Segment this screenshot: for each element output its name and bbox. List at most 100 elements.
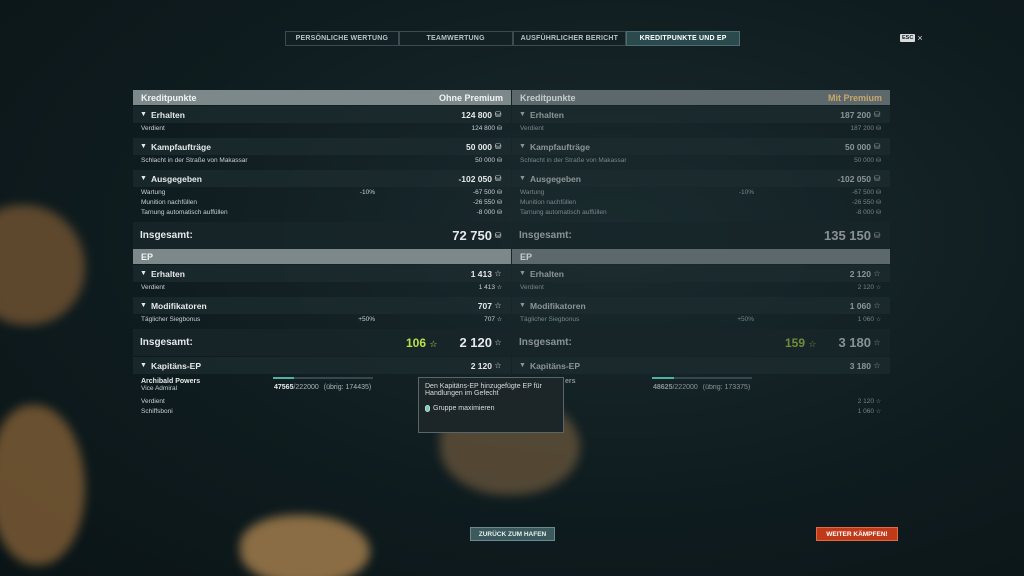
free-xp-number: 106 (406, 335, 427, 350)
row-value: 1 060 (857, 407, 874, 415)
group-xp-earned[interactable]: ▼ Erhalten 1 413 ☆ (133, 265, 511, 282)
group-xp-modifiers[interactable]: ▼ Modifikatoren 707 ☆ (133, 297, 511, 314)
captain-xp-current: 48625 (653, 384, 673, 391)
star-icon: ☆ (873, 338, 881, 347)
keep-fighting-button[interactable]: WEITER KÄMPFEN! (816, 527, 898, 541)
group-spent[interactable]: ▼ Ausgegeben -102 050 ⛁ (133, 170, 511, 187)
tab-detailed-report[interactable]: AUSFÜHRLICHER BERICHT (512, 31, 627, 46)
credits-coin-icon: ⛁ (494, 142, 502, 151)
collapse-triangle-icon: ▼ (519, 175, 526, 182)
premium-label: Ohne Premium (438, 92, 503, 103)
xp-title: EP (520, 251, 533, 262)
captain-info: ers 48625/222000 (übrig: 173375) (512, 374, 890, 396)
star-icon: ☆ (808, 338, 817, 349)
tab-team-rating[interactable]: TEAMWERTUNG (398, 31, 513, 46)
group-earned[interactable]: ▼ Erhalten 187 200 ⛁ (512, 106, 890, 123)
captain-xp-readout: 48625/222000 (übrig: 173375) (653, 384, 750, 391)
row-label: Wartung (141, 188, 166, 196)
esc-key-badge: ESC (900, 34, 916, 42)
credits-total: Insgesamt: 135 150 ⛁ (512, 222, 890, 249)
captain-xp-readout: 47565/222000 (übrig: 174435) (274, 384, 371, 391)
captain-xp-remaining: (übrig: 173375) (702, 384, 751, 391)
collapse-triangle-icon: ▼ (140, 302, 147, 309)
credits-coin-icon: ⛁ (494, 110, 502, 119)
star-icon: ☆ (494, 361, 502, 370)
row-percent: -10% (359, 188, 375, 196)
captain-xp-bar (273, 377, 373, 379)
group-earned[interactable]: ▼ Erhalten 124 800 ⛁ (133, 106, 511, 123)
panel-with-premium: Kreditpunkte Mit Premium ▼ Erhalten 187 … (512, 90, 890, 416)
row-value: 187 200 (850, 124, 875, 132)
group-label: Erhalten (150, 109, 185, 120)
credits-coin-icon: ⛁ (873, 142, 881, 151)
row-label: Verdient (520, 283, 544, 291)
credits-coin-icon: ⛁ (875, 157, 882, 164)
mouse-click-icon (425, 405, 430, 412)
group-value: 1 060 (849, 300, 871, 311)
back-to-port-button[interactable]: ZURÜCK ZUM HAFEN (470, 527, 555, 541)
collapse-triangle-icon: ▼ (519, 302, 526, 309)
group-xp-earned[interactable]: ▼ Erhalten 2 120 ☆ (512, 265, 890, 282)
total-label: Insgesamt: (519, 337, 572, 348)
group-value: 2 120 (470, 360, 492, 371)
total-value: 2 120 (459, 335, 492, 350)
star-icon: ☆ (494, 269, 502, 278)
collapse-triangle-icon: ▼ (519, 362, 526, 369)
group-xp-modifiers[interactable]: ▼ Modifikatoren 1 060 ☆ (512, 297, 890, 314)
group-value: 3 180 (849, 360, 871, 371)
star-icon: ☆ (873, 269, 881, 278)
group-value: 1 413 (470, 268, 492, 279)
row-maintenance: Wartung -10% -67 500 ⛁ (512, 187, 890, 197)
xp-header: EP (512, 249, 890, 264)
row-label: Verdient (141, 283, 165, 291)
collapse-triangle-icon: ▼ (519, 270, 526, 277)
row-xp-earned: Verdient 1 413 ☆ (133, 282, 511, 292)
row-value: -8 000 (476, 208, 495, 216)
credits-coin-icon: ⛁ (496, 157, 503, 164)
row-value: 50 000 (475, 156, 495, 164)
collapse-triangle-icon: ▼ (519, 111, 526, 118)
group-missions[interactable]: ▼ Kampfaufträge 50 000 ⛁ (512, 138, 890, 155)
star-icon: ☆ (429, 338, 438, 349)
tab-personal-rating[interactable]: PERSÖNLICHE WERTUNG (285, 31, 399, 46)
credits-coin-icon: ⛁ (494, 231, 502, 240)
group-label: Ausgegeben (150, 173, 202, 184)
background-rock (0, 205, 85, 325)
free-xp-number: 159 (785, 335, 806, 350)
collapse-triangle-icon: ▼ (519, 143, 526, 150)
group-captain-xp[interactable]: ▼ Kapitäns-EP 3 180 ☆ (512, 357, 890, 374)
row-value: 707 (484, 315, 495, 323)
background-rock (0, 405, 85, 565)
row-value: 1 060 (857, 315, 874, 323)
credits-coin-icon: ⛁ (873, 231, 881, 240)
esc-close-button[interactable]: ESC × (900, 33, 923, 43)
row-camo: Tarnung automatisch auffüllen -8 000 ⛁ (133, 207, 511, 217)
star-icon: ☆ (875, 408, 882, 415)
credits-coin-icon: ⛁ (494, 174, 502, 183)
row-value: 124 800 (471, 124, 496, 132)
group-captain-xp[interactable]: ▼ Kapitäns-EP 2 120 ☆ (133, 357, 511, 374)
row-maintenance: Wartung -10% -67 500 ⛁ (133, 187, 511, 197)
credits-title: Kreditpunkte (141, 92, 197, 103)
collapse-triangle-icon: ▼ (140, 175, 147, 182)
row-value: 1 413 (478, 283, 495, 291)
row-percent: +50% (737, 315, 754, 323)
credits-coin-icon: ⛁ (496, 209, 503, 216)
credits-coin-icon: ⛁ (875, 125, 882, 132)
row-ammo: Munition nachfüllen -26 550 ⛁ (133, 197, 511, 207)
group-missions[interactable]: ▼ Kampfaufträge 50 000 ⛁ (133, 138, 511, 155)
star-icon: ☆ (496, 284, 503, 291)
group-spent[interactable]: ▼ Ausgegeben -102 050 ⛁ (512, 170, 890, 187)
tab-credits-xp[interactable]: KREDITPUNKTE UND EP (626, 31, 740, 46)
group-label: Ausgegeben (529, 173, 581, 184)
row-earned: Verdient 187 200 ⛁ (512, 123, 890, 133)
captain-xp-current: 47565 (274, 384, 294, 391)
row-xp-earned: Verdient 2 120 ☆ (512, 282, 890, 292)
collapse-triangle-icon: ▼ (140, 270, 147, 277)
group-label: Erhalten (529, 268, 564, 279)
total-value: 72 750 (452, 228, 492, 243)
row-mission: Schlacht in der Straße von Makassar 50 0… (133, 155, 511, 165)
row-value: 2 120 (857, 397, 874, 405)
credits-coin-icon: ⛁ (873, 110, 881, 119)
background-rock (240, 515, 370, 576)
